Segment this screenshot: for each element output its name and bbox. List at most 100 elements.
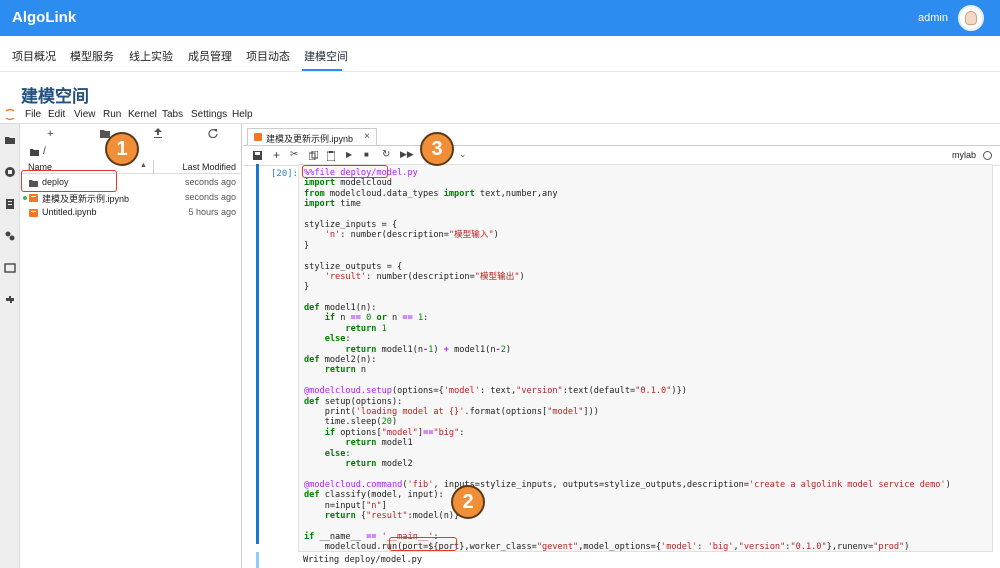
tab-members[interactable]: 成员管理 — [188, 48, 232, 64]
copy-icon[interactable] — [309, 151, 318, 160]
menu-run[interactable]: Run — [103, 109, 121, 120]
code-line[interactable]: def setup(options): — [304, 397, 951, 407]
running-indicator-icon — [23, 196, 27, 200]
notebook-icon — [254, 133, 262, 141]
close-icon[interactable]: × — [364, 131, 370, 142]
run-icon[interactable]: ▶ — [346, 150, 352, 159]
avatar-face-icon — [965, 11, 977, 25]
kernel-name[interactable]: mylab — [952, 150, 976, 160]
kernel-status-icon — [983, 151, 992, 160]
code-line[interactable]: print('loading model at {}'.format(optio… — [304, 407, 951, 417]
save-icon[interactable] — [253, 151, 262, 160]
tab-modeling-space[interactable]: 建模空间 — [304, 48, 348, 64]
file-modified: 5 hours ago — [188, 207, 236, 217]
page-title: 建模空间 — [21, 87, 89, 106]
code-line[interactable] — [304, 521, 951, 531]
code-line[interactable] — [304, 210, 951, 220]
file-row-untitled[interactable]: Untitled.ipynb 5 hours ago — [20, 206, 242, 220]
execution-prompt: [20]: — [271, 169, 299, 179]
commands-icon[interactable] — [4, 198, 16, 210]
notebook-tab[interactable]: 建模及更新示例.ipynb × — [247, 128, 377, 145]
code-line[interactable]: } — [304, 241, 951, 251]
menu-tabs[interactable]: Tabs — [162, 109, 183, 120]
code-line[interactable]: import time — [304, 199, 951, 209]
code-line[interactable]: n=input["n"] — [304, 501, 951, 511]
cut-icon[interactable]: ✂ — [290, 149, 298, 160]
folder-icon[interactable] — [30, 148, 39, 156]
code-line[interactable]: @modelcloud.setup(options={'model': text… — [304, 386, 951, 396]
code-editor[interactable]: %%file deploy/model.py import modelcloud f… — [304, 168, 951, 552]
callout-number: 2 — [462, 490, 474, 513]
extensions-icon[interactable] — [4, 294, 16, 306]
avatar[interactable] — [958, 5, 984, 31]
code-line[interactable]: return model1(n-1) + model1(n-2) — [304, 345, 951, 355]
code-line[interactable]: def classify(model, input): — [304, 490, 951, 500]
fast-forward-icon[interactable]: ▶▶ — [400, 149, 414, 160]
callout-number: 1 — [116, 137, 128, 160]
new-launcher-icon[interactable]: + — [47, 128, 53, 140]
menu-view[interactable]: View — [74, 109, 96, 120]
breadcrumb-path[interactable]: / — [43, 146, 46, 157]
tabs-icon[interactable] — [4, 262, 16, 274]
callout-number: 3 — [431, 137, 443, 160]
restart-icon[interactable]: ↻ — [382, 149, 390, 160]
code-line[interactable]: return 1 — [304, 324, 951, 334]
stop-icon[interactable]: ■ — [364, 150, 369, 159]
upload-icon[interactable] — [154, 128, 162, 138]
code-line[interactable]: else: — [304, 334, 951, 344]
menu-help[interactable]: Help — [232, 109, 253, 120]
code-line[interactable]: %%file deploy/model.py — [304, 168, 951, 178]
output-cell-indicator — [256, 552, 259, 568]
menu-settings[interactable]: Settings — [191, 109, 227, 120]
running-kernels-icon[interactable] — [4, 166, 16, 178]
tab-overview[interactable]: 项目概况 — [12, 48, 56, 64]
menu-kernel[interactable]: Kernel — [128, 109, 157, 120]
active-tab-indicator — [302, 69, 342, 71]
code-line[interactable]: def model2(n): — [304, 355, 951, 365]
code-line[interactable]: 'result': number(description="模型输出") — [304, 272, 951, 282]
code-line[interactable]: time.sleep(20) — [304, 417, 951, 427]
code-cell[interactable]: %%file deploy/model.py import modelcloud f… — [298, 164, 993, 552]
code-line[interactable]: stylize_outputs = { — [304, 262, 951, 272]
code-line[interactable]: def model1(n): — [304, 303, 951, 313]
project-nav: 项目概况 模型服务 线上实验 成员管理 项目动态 建模空间 — [0, 36, 1000, 72]
code-line[interactable] — [304, 251, 951, 261]
column-last-modified[interactable]: Last Modified — [182, 162, 236, 172]
code-line[interactable]: } — [304, 282, 951, 292]
code-line[interactable]: import modelcloud — [304, 178, 951, 188]
code-line[interactable]: else: — [304, 449, 951, 459]
code-line[interactable]: return model2 — [304, 459, 951, 469]
file-row-notebook-running[interactable]: 建模及更新示例.ipynb seconds ago — [20, 191, 242, 205]
code-line[interactable]: if options["model"]=="big": — [304, 428, 951, 438]
code-line[interactable]: 'n': number(description="模型输入") — [304, 230, 951, 240]
brand-logo[interactable]: AlgoLink — [12, 9, 76, 26]
menu-file[interactable]: File — [25, 109, 41, 120]
tab-model-services[interactable]: 模型服务 — [70, 48, 114, 64]
tab-activity[interactable]: 项目动态 — [246, 48, 290, 64]
code-line[interactable]: return model1 — [304, 438, 951, 448]
notebook-panel: 建模及更新示例.ipynb × + ✂ ▶ ■ ↻ ▶▶ ⌄ mylab [20… — [243, 124, 1000, 568]
refresh-icon[interactable] — [208, 128, 218, 138]
code-line[interactable]: return {"result":model(n)} — [304, 511, 951, 521]
menu-edit[interactable]: Edit — [48, 109, 65, 120]
property-inspector-icon[interactable] — [4, 230, 16, 242]
folder-icon[interactable] — [4, 134, 16, 146]
code-line[interactable] — [304, 469, 951, 479]
callout-1: 1 — [105, 132, 139, 166]
code-line[interactable]: stylize_inputs = { — [304, 220, 951, 230]
code-line[interactable]: if n == 0 or n == 1: — [304, 313, 951, 323]
sort-ascending-icon[interactable]: ▲ — [140, 162, 147, 169]
tab-online-experiments[interactable]: 线上实验 — [129, 48, 173, 64]
activity-bar — [0, 124, 20, 568]
insert-cell-icon[interactable]: + — [273, 148, 280, 162]
user-name[interactable]: admin — [918, 12, 948, 24]
column-divider — [153, 160, 154, 174]
code-line[interactable]: from modelcloud.data_types import text,n… — [304, 189, 951, 199]
code-line[interactable]: @modelcloud.command('fib', inputs=styliz… — [304, 480, 951, 490]
code-line[interactable]: return n — [304, 365, 951, 375]
code-line[interactable] — [304, 376, 951, 386]
code-line[interactable] — [304, 293, 951, 303]
paste-icon[interactable] — [327, 151, 335, 161]
jupyter-logo-icon — [5, 108, 15, 121]
cell-type-dropdown-icon[interactable]: ⌄ — [459, 149, 467, 160]
